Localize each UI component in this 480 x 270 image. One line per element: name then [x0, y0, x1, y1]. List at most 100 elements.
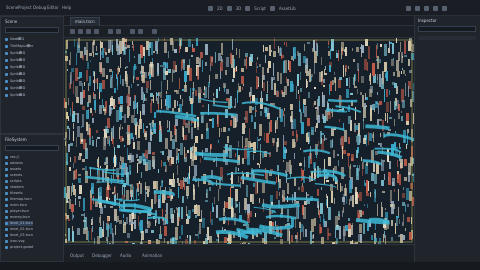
file-item[interactable]: player.tscn [5, 209, 29, 214]
tile [370, 108, 372, 121]
select-tool-icon[interactable] [70, 29, 75, 34]
tile [75, 68, 78, 81]
file-item[interactable]: main.tscn [5, 203, 27, 208]
3d-label[interactable]: 3D [236, 6, 242, 11]
file-item[interactable]: tilemap.tscn [5, 197, 32, 202]
file-item[interactable]: scenes [5, 173, 22, 178]
tile [314, 62, 315, 74]
remote-icon[interactable] [433, 5, 438, 11]
tile [117, 46, 120, 55]
scene-viewport[interactable] [64, 38, 414, 244]
grid-icon[interactable] [138, 29, 143, 34]
scene-tree-item[interactable]: Sprite2D [5, 93, 25, 98]
tile [91, 228, 92, 240]
tile [404, 159, 407, 166]
file-item[interactable]: level_03.tscn [5, 233, 33, 238]
group-icon[interactable] [116, 29, 121, 34]
snap-icon[interactable] [130, 29, 135, 34]
menu-editor[interactable]: Editor [47, 5, 59, 10]
menu-project[interactable]: Project [18, 5, 32, 10]
scene-tree-item[interactable]: TileMapLayer [5, 44, 33, 49]
menu-scene[interactable]: Scene [6, 5, 18, 10]
tile [200, 158, 201, 163]
tile [279, 179, 281, 188]
menu-help[interactable]: Help [62, 5, 71, 10]
filesystem-filter-input[interactable] [5, 145, 59, 151]
tile [161, 99, 162, 109]
tile [348, 218, 350, 221]
tile [380, 133, 381, 137]
tile [310, 146, 311, 159]
tile [238, 176, 239, 183]
move-tool-icon[interactable] [78, 29, 83, 34]
scale-tool-icon[interactable] [94, 29, 99, 34]
tile [361, 45, 364, 53]
assetlib-icon[interactable] [269, 5, 275, 11]
file-item[interactable]: icon.svg [5, 239, 25, 244]
tile [403, 70, 405, 74]
tile [92, 118, 94, 123]
tile [219, 128, 220, 137]
tab-debugger[interactable]: Debugger [92, 253, 112, 258]
scene-tree-item[interactable]: Node2D [5, 37, 24, 42]
tile [326, 180, 329, 182]
tile [144, 153, 145, 156]
scene-tree-item[interactable]: Sprite2D [5, 79, 25, 84]
file-item-selected[interactable]: level_01.tscn [5, 221, 33, 226]
file-item[interactable]: assets [5, 167, 21, 172]
tile [82, 83, 83, 92]
tile [139, 181, 140, 184]
tile [73, 215, 74, 218]
file-item[interactable]: project.godot [5, 245, 33, 250]
script-icon[interactable] [245, 5, 251, 11]
tile [267, 68, 269, 73]
tile [162, 209, 163, 221]
movie-icon[interactable] [442, 5, 447, 11]
tile [284, 141, 287, 145]
tile [363, 119, 364, 121]
tab-animation[interactable]: Animation [142, 253, 162, 258]
rotate-tool-icon[interactable] [86, 29, 91, 34]
tile [136, 134, 137, 139]
scene-filter-input[interactable] [5, 27, 59, 33]
scene-tree-item[interactable]: Sprite2D [5, 51, 25, 56]
tab-output[interactable]: Output [70, 253, 84, 258]
file-item[interactable]: addons [5, 161, 23, 166]
tile [319, 224, 321, 234]
tile [386, 71, 388, 81]
scene-tree-item[interactable]: Sprite2D [5, 72, 25, 77]
tile [305, 229, 307, 237]
file-item[interactable]: tilesets [5, 191, 23, 196]
play-icon[interactable] [406, 5, 411, 11]
3d-icon[interactable] [226, 5, 232, 11]
file-item[interactable]: shaders [5, 185, 24, 190]
scene-tree-item[interactable]: Sprite2D [5, 58, 25, 63]
2d-label[interactable]: 2D [217, 6, 223, 11]
2d-icon[interactable] [208, 5, 213, 11]
tilemap-canvas[interactable] [64, 38, 414, 244]
pause-icon[interactable] [415, 5, 420, 11]
tab-audio[interactable]: Audio [120, 253, 131, 258]
scene-tree-item[interactable]: Sprite2D [5, 86, 25, 91]
scene-tree-item[interactable]: Sprite2D [5, 65, 25, 70]
inspector-filter-input[interactable] [418, 26, 476, 32]
script-label[interactable]: Script [254, 6, 266, 11]
tile [320, 216, 321, 222]
stop-icon[interactable] [424, 5, 429, 11]
menu-debug[interactable]: Debug [33, 5, 46, 10]
file-item[interactable]: level_02.tscn [5, 227, 33, 232]
tile [209, 119, 212, 121]
tile [105, 52, 107, 55]
file-item[interactable]: enemy.tscn [5, 215, 30, 220]
tile [409, 191, 412, 201]
view-menu-icon[interactable] [152, 29, 157, 34]
tile [89, 53, 92, 56]
file-item[interactable]: res:// [5, 155, 19, 160]
tile [210, 56, 213, 66]
assetlib-label[interactable]: AssetLib [279, 6, 296, 11]
file-item[interactable]: scripts [5, 179, 22, 184]
tile [396, 38, 397, 43]
lock-icon[interactable] [108, 29, 113, 34]
tile [73, 171, 75, 180]
tile [114, 155, 116, 167]
